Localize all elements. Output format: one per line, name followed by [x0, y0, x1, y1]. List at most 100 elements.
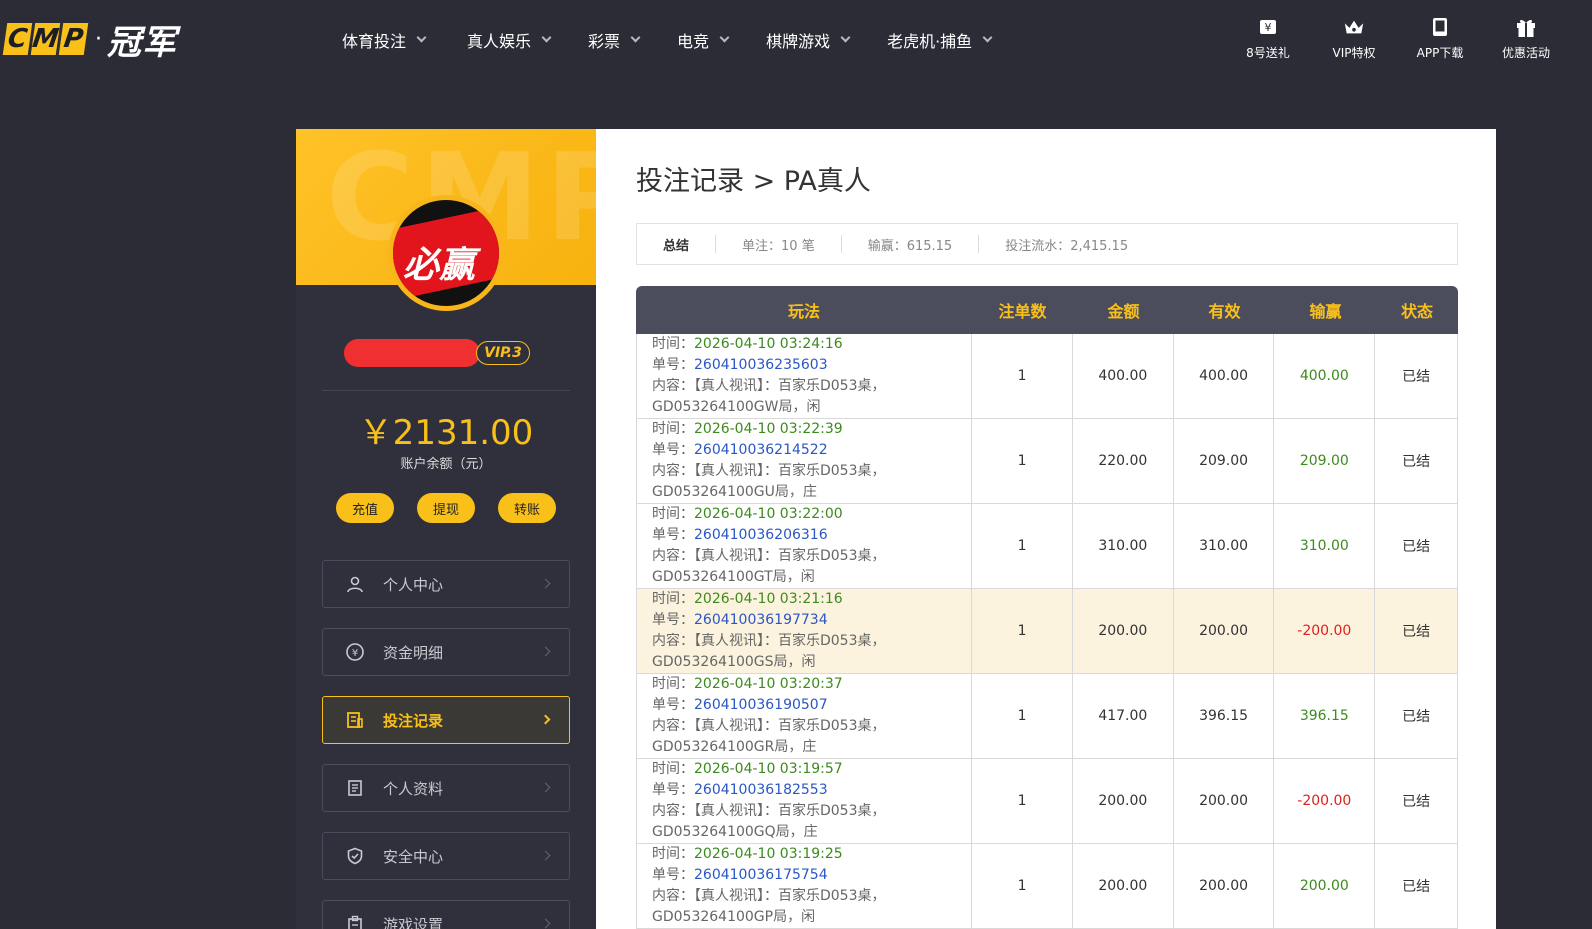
bet-valid: 200.00	[1174, 844, 1275, 928]
bet-detail-cell: 时间：2026-04-10 03:22:39 单号：260410036214522…	[637, 419, 973, 503]
app-download-link[interactable]: APP下载	[1400, 16, 1480, 61]
main-nav: 体育投注 真人娱乐 彩票 电竞 棋牌游戏 老虎机·捕鱼	[342, 0, 1029, 80]
bet-amount: 200.00	[1073, 844, 1174, 928]
chevron-right-icon	[540, 782, 551, 793]
bet-time: 2026-04-10 03:21:16	[694, 591, 843, 607]
nav-esports[interactable]: 电竞	[677, 28, 730, 52]
bet-order-number[interactable]: 260410036190507	[694, 697, 828, 713]
time-label: 时间：	[652, 506, 694, 522]
summary-turnover: 投注流水：2,415.15	[1005, 238, 1129, 254]
bet-content-line: 内容：【真人视讯】：百家乐D053桌，	[652, 886, 970, 907]
bet-valid: 396.15	[1174, 674, 1275, 758]
nav-label: 电竞	[677, 32, 710, 51]
bet-winloss: 400.00	[1274, 334, 1376, 418]
nav-slots-fishing[interactable]: 老虎机·捕鱼	[887, 28, 993, 52]
svg-text:¥: ¥	[352, 648, 358, 659]
username-row: VIP.3	[344, 339, 530, 367]
nav-sports[interactable]: 体育投注	[342, 28, 427, 52]
time-label: 时间：	[652, 846, 694, 862]
nav-live-casino[interactable]: 真人娱乐	[467, 28, 552, 52]
sidebar-item-personal-info[interactable]: 个人资料	[322, 764, 570, 812]
bet-status: 已结	[1402, 794, 1431, 810]
bet-content-line: 内容：【真人视讯】：百家乐D053桌，	[652, 716, 970, 737]
bet-content-line: 内容：【真人视讯】：百家乐D053桌，	[652, 376, 970, 397]
bet-content: 【真人视讯】：百家乐D053桌，	[694, 378, 886, 394]
chevron-down-icon	[416, 32, 427, 43]
bet-order-number[interactable]: 260410036197734	[694, 612, 828, 628]
bet-status: 已结	[1402, 454, 1431, 470]
bet-count: 1	[972, 674, 1073, 758]
bet-valid: 209.00	[1174, 419, 1275, 503]
transfer-button[interactable]: 转账	[498, 493, 556, 523]
bet-order-number[interactable]: 260410036182553	[694, 782, 828, 798]
bet-status: 已结	[1402, 624, 1431, 640]
chevron-right-icon	[540, 918, 551, 929]
bet-status: 已结	[1402, 879, 1431, 895]
order-label: 单号：	[652, 697, 694, 713]
bet-order-line: 单号：260410036206316	[652, 525, 970, 546]
bet-order-number[interactable]: 260410036175754	[694, 867, 828, 883]
order-label: 单号：	[652, 867, 694, 883]
sidebar-item-label: 投注记录	[383, 711, 444, 730]
bet-time: 2026-04-10 03:19:25	[694, 846, 843, 862]
top-icon-label: APP下载	[1416, 46, 1464, 60]
user-sidebar: CMP 必赢 VIP.3 ￥2131.00 账户余额（元） 充值 提现 转账 个…	[296, 129, 596, 929]
bet-time-line: 时间：2026-04-10 03:22:39	[652, 419, 970, 440]
bet-time-line: 时间：2026-04-10 03:19:57	[652, 759, 970, 780]
table-row: 时间：2026-04-10 03:20:37 单号：260410036190507…	[636, 674, 1458, 759]
top-bar: C M P · 冠军 体育投注 真人娱乐 彩票 电竞 棋牌游戏 老虎机·捕鱼 ¥…	[0, 0, 1592, 80]
summary-winloss: 输赢：615.15	[842, 235, 980, 254]
bet-content-line-2: GD053264100GU局，庄	[652, 484, 817, 500]
sidebar-item-label: 个人中心	[383, 575, 444, 594]
content-label: 内容：	[652, 803, 694, 819]
shield-icon	[345, 846, 365, 866]
bet-order-number[interactable]: 260410036235603	[694, 357, 828, 373]
user-icon	[345, 574, 365, 594]
withdraw-button[interactable]: 提现	[417, 493, 475, 523]
bet-valid: 200.00	[1174, 589, 1275, 673]
sidebar-item-security[interactable]: 安全中心	[322, 832, 570, 880]
order-label: 单号：	[652, 357, 694, 373]
bet-time-line: 时间：2026-04-10 03:21:16	[652, 589, 970, 610]
bet-order-number[interactable]: 260410036214522	[694, 442, 828, 458]
order-label: 单号：	[652, 612, 694, 628]
document-icon	[345, 778, 365, 798]
content-label: 内容：	[652, 718, 694, 734]
chevron-down-icon	[719, 32, 730, 43]
bet-amount: 200.00	[1073, 589, 1174, 673]
bet-content-line-2: GD053264100GW局，闲	[652, 399, 821, 415]
nav-card-games[interactable]: 棋牌游戏	[766, 28, 851, 52]
table-row: 时间：2026-04-10 03:22:00 单号：260410036206316…	[636, 504, 1458, 589]
column-header: 输赢	[1309, 302, 1342, 321]
logo[interactable]: C M P · 冠军	[2, 21, 177, 63]
bet-order-number[interactable]: 260410036206316	[694, 527, 828, 543]
bet-amount: 220.00	[1073, 419, 1174, 503]
table-body: 时间：2026-04-10 03:24:16 单号：260410036235603…	[636, 334, 1458, 929]
content-label: 内容：	[652, 633, 694, 649]
sidebar-item-game-settings[interactable]: 游戏设置	[322, 900, 570, 929]
bet-content: 【真人视讯】：百家乐D053桌，	[694, 888, 886, 904]
bet-count: 1	[972, 334, 1073, 418]
sidebar-item-label: 资金明细	[383, 643, 444, 662]
bet-record-icon	[345, 710, 365, 730]
promotions-link[interactable]: 优惠活动	[1486, 16, 1566, 61]
column-header: 注单数	[998, 302, 1047, 321]
balance-label: 账户余额（元）	[400, 457, 492, 472]
bet-count: 1	[972, 419, 1073, 503]
nav-lottery[interactable]: 彩票	[588, 28, 641, 52]
content-label: 内容：	[652, 888, 694, 904]
sidebar-item-profile-center[interactable]: 个人中心	[322, 560, 570, 608]
bet-content-line-2: GD053264100GQ局，庄	[652, 824, 818, 840]
logo-letter: P	[58, 23, 89, 55]
chevron-down-icon	[982, 32, 993, 43]
avatar[interactable]: 必赢	[388, 195, 504, 311]
summary-label: 总结	[637, 235, 717, 254]
gift-8-link[interactable]: ¥ 8号送礼	[1228, 16, 1308, 61]
bet-winloss: 209.00	[1274, 419, 1376, 503]
bet-records-table: 玩法 注单数 金额 有效 输赢 状态 时间：2026-04-10 03:24:1…	[636, 286, 1458, 929]
deposit-button[interactable]: 充值	[336, 493, 394, 523]
bet-winloss: -200.00	[1274, 759, 1376, 843]
sidebar-item-funds[interactable]: ¥ 资金明细	[322, 628, 570, 676]
sidebar-item-bet-records[interactable]: 投注记录	[322, 696, 570, 744]
vip-link[interactable]: VIP特权	[1314, 16, 1394, 61]
